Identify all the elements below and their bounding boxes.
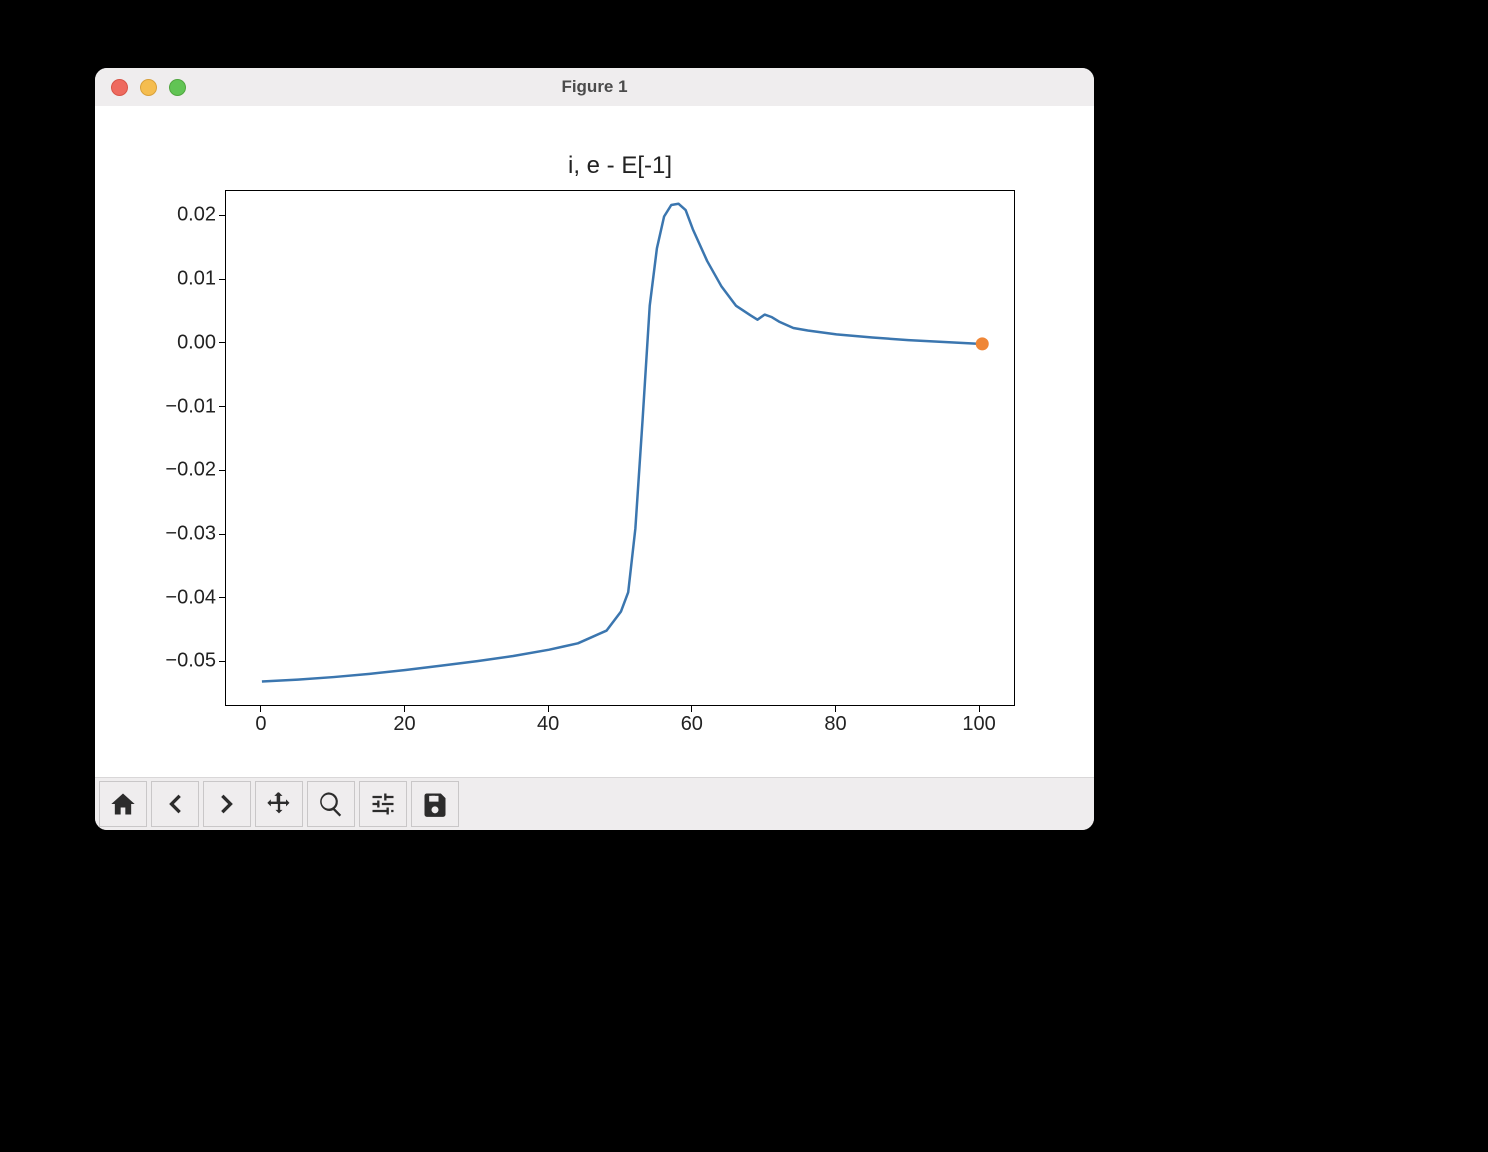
xtick — [835, 706, 836, 712]
ytick-label: 0.00 — [106, 331, 216, 354]
home-button[interactable] — [99, 781, 147, 827]
line-series — [262, 204, 980, 682]
figure-window: Figure 1 i, e - E[-1] 0 20 40 60 80 100 −0.05 −… — [95, 68, 1094, 830]
zoom-icon[interactable] — [169, 79, 186, 96]
xtick-label: 60 — [662, 713, 722, 736]
configure-subplots-button[interactable] — [359, 781, 407, 827]
xtick-label: 100 — [949, 713, 1009, 736]
matplotlib-toolbar — [95, 777, 1094, 830]
traffic-lights — [111, 79, 186, 96]
marker-endpoint — [976, 337, 989, 350]
move-icon — [265, 790, 293, 818]
ytick-label: −0.05 — [106, 650, 216, 673]
save-button[interactable] — [411, 781, 459, 827]
xtick-label: 20 — [375, 713, 435, 736]
arrow-right-icon — [213, 790, 241, 818]
back-button[interactable] — [151, 781, 199, 827]
save-icon — [421, 790, 449, 818]
ytick — [219, 661, 225, 662]
ytick — [219, 342, 225, 343]
ytick-label: −0.04 — [106, 586, 216, 609]
xtick-label: 40 — [518, 713, 578, 736]
window-title: Figure 1 — [95, 77, 1094, 97]
ytick-label: 0.01 — [106, 268, 216, 291]
ytick — [219, 215, 225, 216]
xtick — [691, 706, 692, 712]
ytick-label: −0.03 — [106, 523, 216, 546]
zoom-icon — [317, 790, 345, 818]
ytick — [219, 406, 225, 407]
xtick — [404, 706, 405, 712]
ytick-label: 0.02 — [106, 204, 216, 227]
forward-button[interactable] — [203, 781, 251, 827]
zoom-button[interactable] — [307, 781, 355, 827]
ytick — [219, 534, 225, 535]
titlebar: Figure 1 — [95, 68, 1094, 107]
sliders-icon — [369, 790, 397, 818]
xtick-label: 80 — [805, 713, 865, 736]
axes-box — [225, 190, 1015, 706]
ytick — [219, 470, 225, 471]
pan-button[interactable] — [255, 781, 303, 827]
ytick-label: −0.01 — [106, 395, 216, 418]
xtick — [260, 706, 261, 712]
xtick-label: 0 — [231, 713, 291, 736]
ytick — [219, 279, 225, 280]
xtick — [979, 706, 980, 712]
figure-canvas[interactable]: i, e - E[-1] 0 20 40 60 80 100 −0.05 −0.04 −0.03… — [95, 106, 1094, 778]
ytick-label: −0.02 — [106, 459, 216, 482]
chart-title: i, e - E[-1] — [225, 152, 1015, 180]
chart-plot-area — [226, 191, 1016, 707]
xtick — [548, 706, 549, 712]
close-icon[interactable] — [111, 79, 128, 96]
arrow-left-icon — [161, 790, 189, 818]
home-icon — [109, 790, 137, 818]
minimize-icon[interactable] — [140, 79, 157, 96]
ytick — [219, 597, 225, 598]
